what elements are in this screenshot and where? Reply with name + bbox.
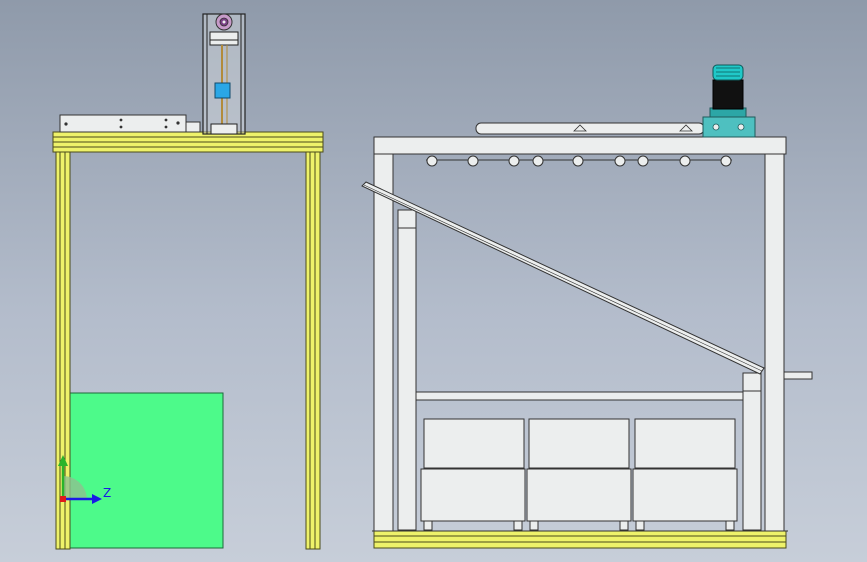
nozzle-icon[interactable] [720,155,732,167]
inner-column-right[interactable] [742,372,762,531]
nozzle-icon[interactable] [532,155,544,167]
nozzle-icon[interactable] [426,155,438,167]
nozzle-icon[interactable] [572,155,584,167]
assembly-drawing: Z [52,13,813,550]
nozzle-icon[interactable] [467,155,479,167]
side-outlet-pipe[interactable] [783,371,813,380]
shelf-rail[interactable] [415,391,744,401]
bin-1[interactable] [420,418,526,531]
right-view [361,64,813,549]
triad-z-label: Z [103,486,111,500]
pump-assembly[interactable] [702,64,756,138]
nozzle-icon[interactable] [637,155,649,167]
cad-viewport[interactable]: Z [0,0,867,562]
nozzle-icon[interactable] [614,155,626,167]
left-view: Z [52,13,324,550]
spray-nozzle-row [426,155,732,167]
base-rail[interactable] [373,530,787,549]
actuator-housing[interactable] [202,13,246,135]
top-manifold-pipe[interactable] [475,122,705,135]
sensor-block[interactable] [214,82,231,99]
right-frame-post[interactable] [305,145,321,550]
top-frame-beam[interactable] [52,131,324,153]
controller-bracket [185,121,201,133]
controller-box[interactable] [59,114,187,133]
inner-column-left[interactable] [397,209,417,531]
nozzle-icon[interactable] [679,155,691,167]
bin-3[interactable] [632,418,738,531]
sloped-chute[interactable] [361,181,765,375]
nozzle-icon[interactable] [508,155,520,167]
bin-2[interactable] [526,418,632,531]
motor-end-cap-icon [215,13,233,31]
green-panel [63,392,224,549]
